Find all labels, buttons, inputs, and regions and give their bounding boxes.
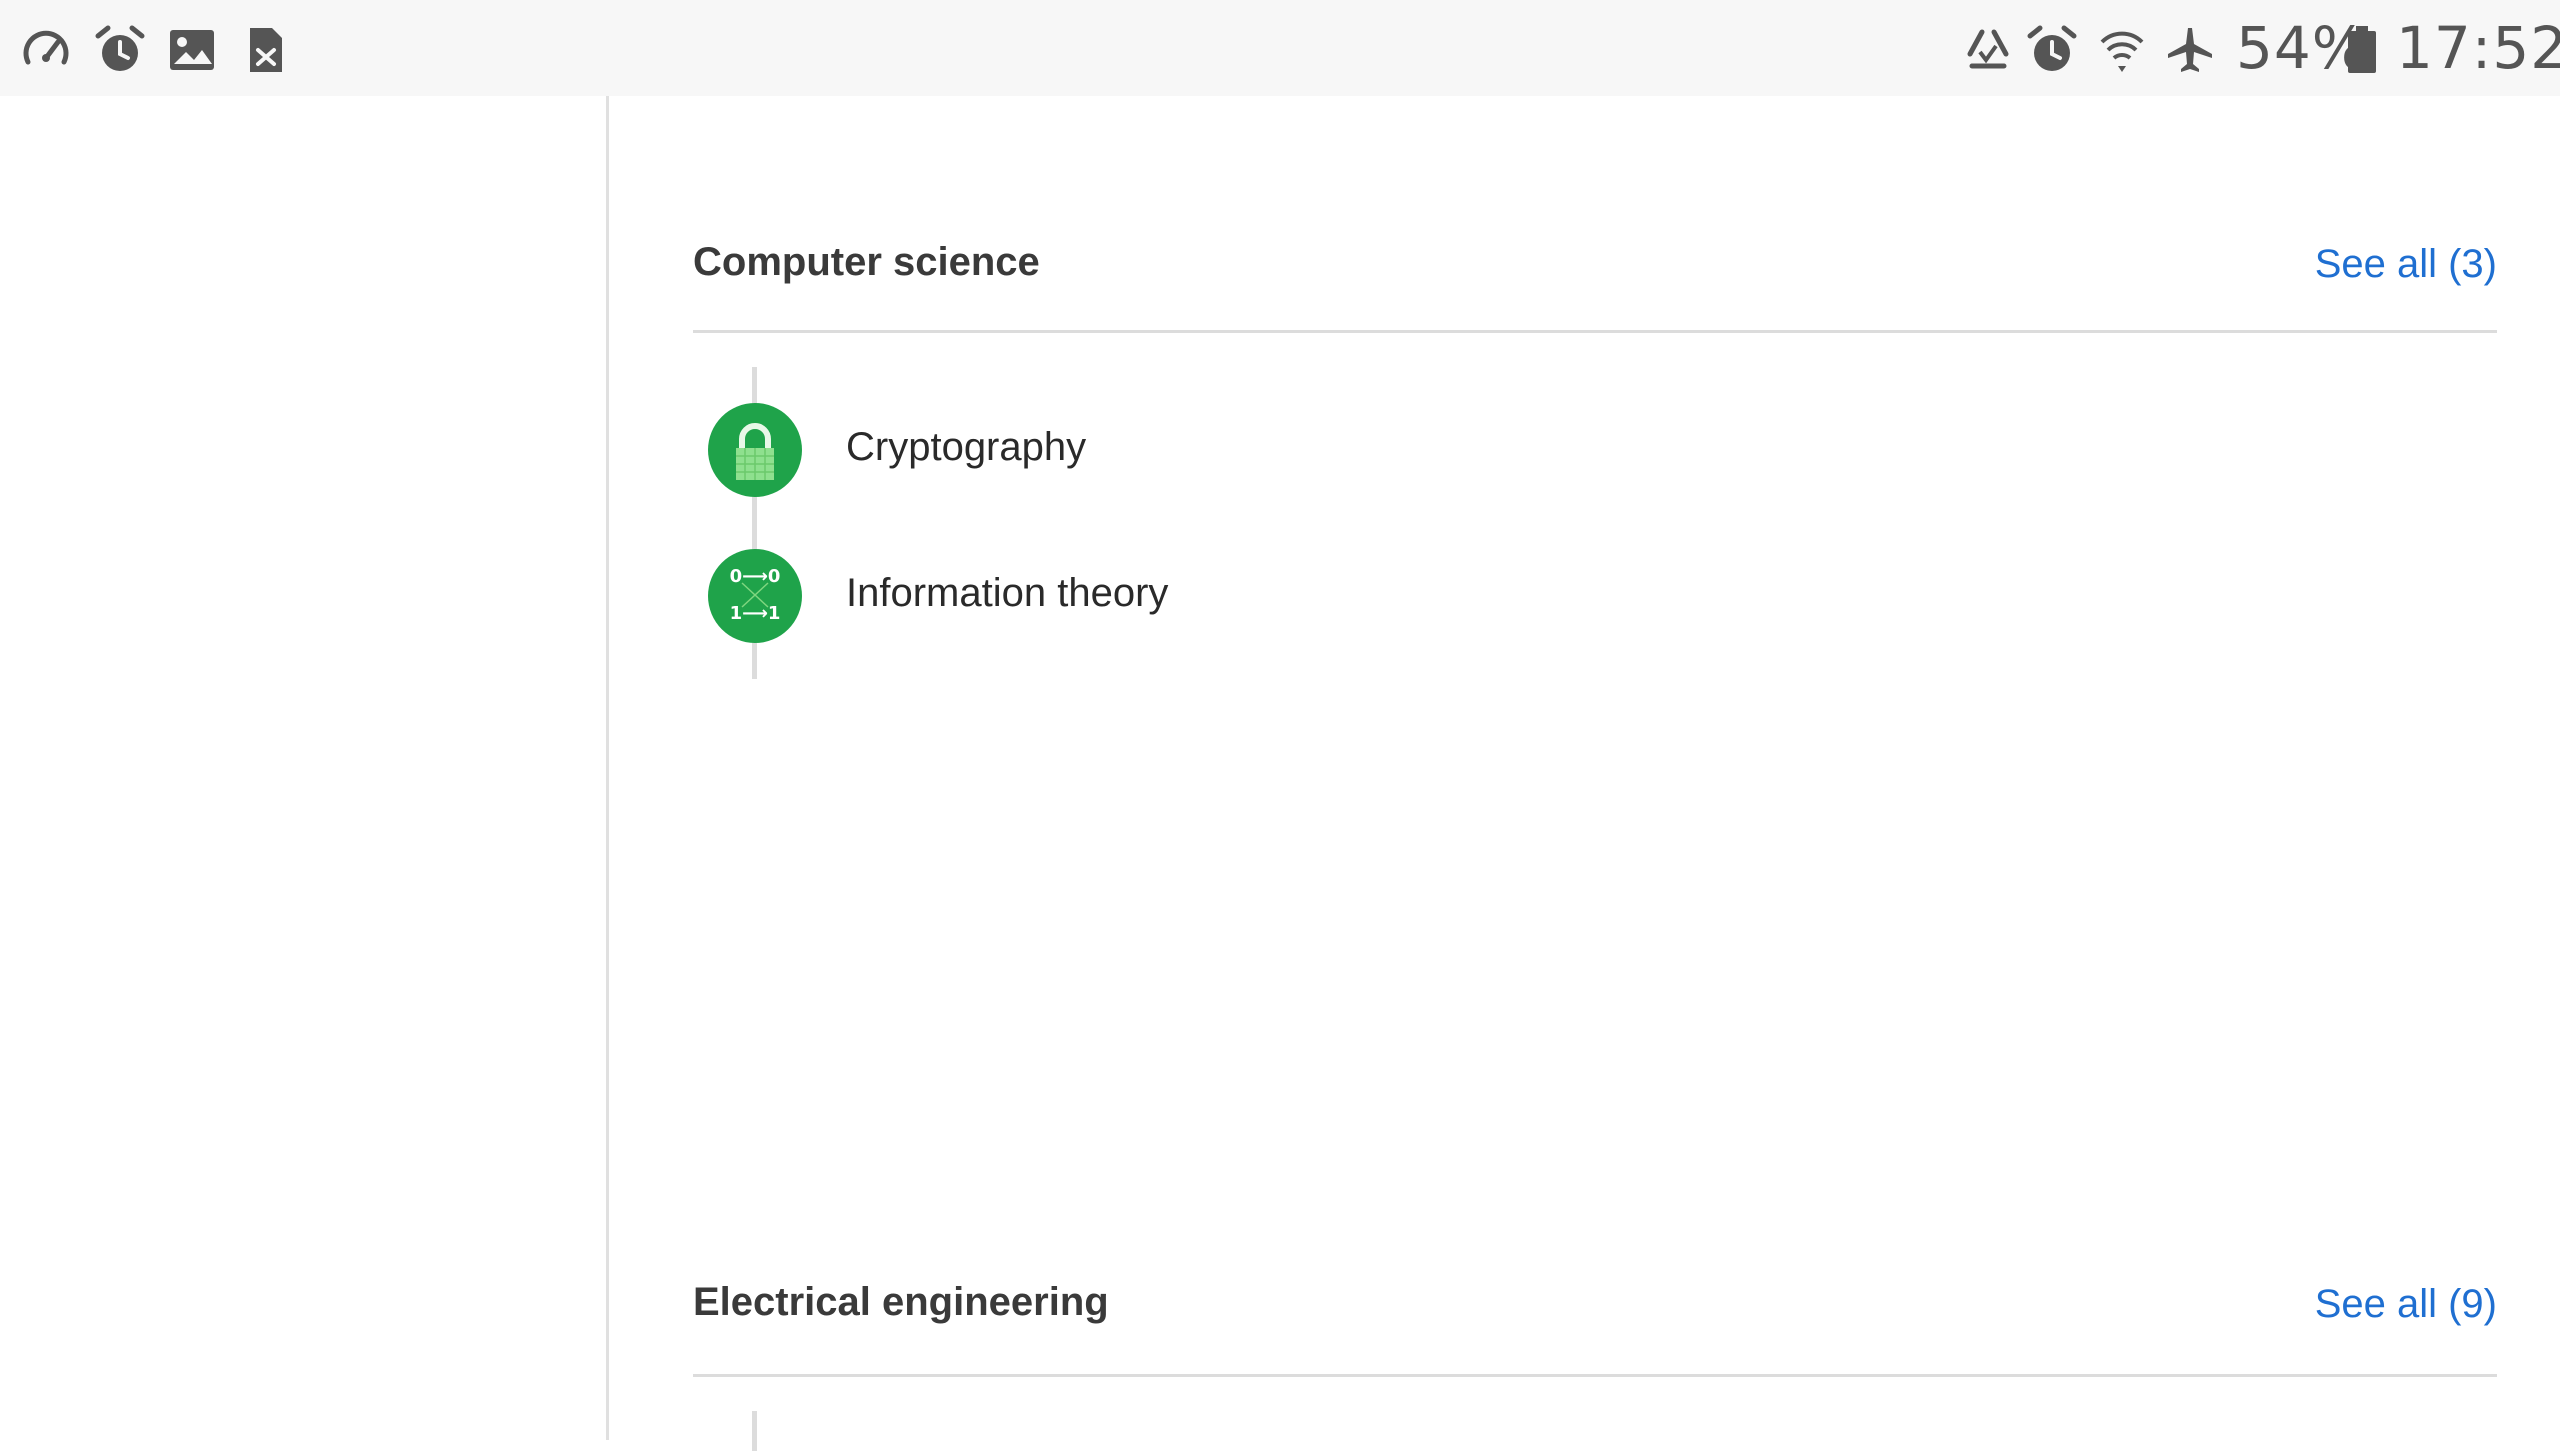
airplane-icon [2168, 28, 2212, 72]
clock: 17:52 [2396, 14, 2560, 82]
battery-icon [2348, 26, 2376, 73]
channel-top-text: 0⟶0 [730, 566, 781, 587]
section-computer-science: Computer science See all (3) Cryptograph… [693, 96, 2497, 679]
section-electrical-engineering: Electrical engineering See all (9) [693, 1140, 2497, 1451]
topic-label: Cryptography [846, 425, 1087, 469]
speedometer-icon [23, 30, 69, 65]
see-all-link[interactable]: See all (9) [2315, 1282, 2497, 1327]
section-header: Computer science See all (3) [693, 96, 2497, 333]
status-bar: 54% 17:52 [0, 0, 2560, 96]
alarm-icon [95, 25, 145, 71]
sim-card-x-icon [250, 28, 282, 72]
binary-channel-icon: 0⟶0 1⟶1 [708, 549, 802, 643]
topic-label: Information theory [846, 571, 1169, 615]
timeline-line [752, 1411, 757, 1451]
section-title: Computer science [693, 240, 1040, 284]
channel-bottom-text: 1⟶1 [730, 603, 781, 624]
section-header: Electrical engineering See all (9) [693, 1140, 2497, 1377]
image-icon [170, 30, 214, 70]
sidebar [0, 96, 609, 1440]
wifi-icon [2100, 31, 2144, 72]
section-title: Electrical engineering [693, 1280, 1109, 1324]
alarm-icon [2027, 25, 2077, 71]
recycle-icon [1967, 29, 2009, 69]
padlock-icon [708, 403, 802, 497]
see-all-link[interactable]: See all (3) [2315, 242, 2497, 287]
main-content: Computer science See all (3) Cryptograph… [609, 96, 2560, 1451]
